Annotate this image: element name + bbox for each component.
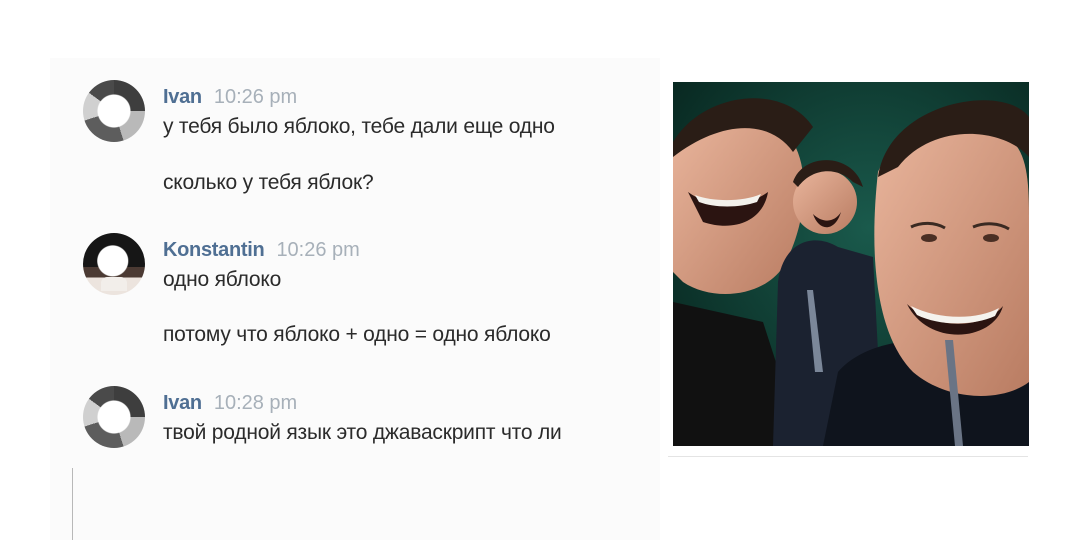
chat-panel: Ivan 10:26 pm у тебя было яблоко, тебе да… bbox=[50, 58, 660, 540]
message-header: Konstantin 10:26 pm bbox=[163, 239, 360, 262]
message-header: Ivan 10:28 pm bbox=[163, 392, 297, 415]
author-name[interactable]: Ivan bbox=[163, 392, 202, 414]
meme-illustration bbox=[673, 82, 1029, 446]
message-time: 10:28 pm bbox=[213, 392, 298, 414]
avatar-konstantin-icon[interactable] bbox=[83, 233, 145, 295]
message-text: твой родной язык это джаваскрипт что ли bbox=[163, 421, 562, 444]
author-name[interactable]: Ivan bbox=[163, 86, 202, 108]
avatar-ivan-icon[interactable] bbox=[83, 386, 145, 448]
message-time: 10:26 pm bbox=[213, 86, 298, 108]
laughing-man-image bbox=[673, 82, 1029, 446]
message-header: Ivan 10:26 pm bbox=[163, 86, 297, 109]
message-time: 10:26 pm bbox=[276, 239, 360, 261]
message-text: сколько у тебя яблок? bbox=[163, 171, 374, 194]
message-text: у тебя было яблоко, тебе дали еще одно bbox=[163, 115, 555, 138]
message-text: потому что яблоко + одно = одно яблоко bbox=[163, 323, 551, 346]
input-caret bbox=[72, 468, 73, 540]
author-name[interactable]: Konstantin bbox=[163, 239, 265, 261]
image-divider bbox=[668, 456, 1028, 457]
avatar-ivan-icon[interactable] bbox=[83, 80, 145, 142]
message-text: одно яблоко bbox=[163, 268, 282, 291]
